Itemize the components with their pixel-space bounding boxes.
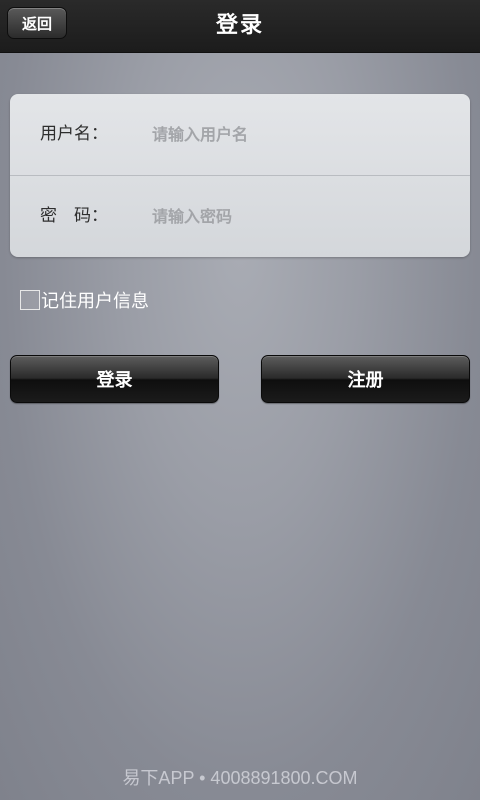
remember-option[interactable]: 记住用户信息: [20, 286, 149, 314]
password-input[interactable]: [152, 196, 452, 236]
remember-checkbox[interactable]: [20, 290, 40, 310]
title-bar: 返回 登录: [0, 0, 480, 53]
password-row: 密 码：: [10, 176, 470, 257]
username-label: 用户名：: [40, 124, 108, 144]
username-input[interactable]: [152, 114, 452, 154]
login-form: 用户名： 密 码：: [10, 94, 470, 257]
watermark-text: 易下APP • 4008891800.COM: [122, 768, 358, 788]
username-row: 用户名：: [10, 94, 470, 175]
remember-label[interactable]: 记住用户信息: [41, 287, 149, 313]
register-button[interactable]: 注册: [261, 355, 470, 403]
page-title: 登录: [215, 13, 264, 38]
password-label: 密 码：: [40, 206, 108, 226]
login-button[interactable]: 登录: [10, 355, 219, 403]
